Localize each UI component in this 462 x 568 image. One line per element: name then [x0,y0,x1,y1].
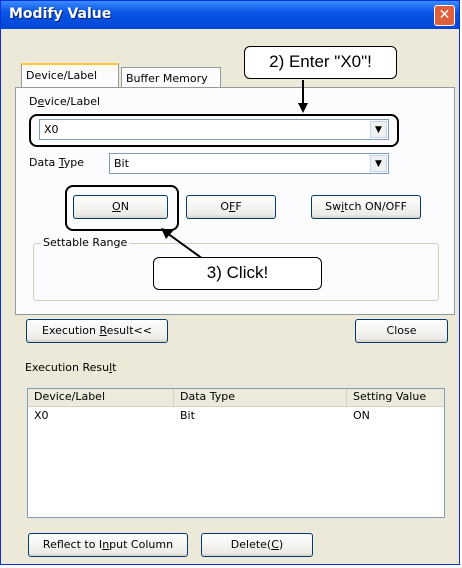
enter-x0-callout: 2) Enter "X0"! [244,46,397,79]
table-header: Device/Label Data Type Setting Value [28,389,444,407]
close-window-button[interactable]: ✕ [434,5,455,26]
off-button[interactable]: OFF [186,195,276,219]
cell-setting-value: ON [353,409,370,422]
column-header-setting-value[interactable]: Setting Value [347,389,446,406]
tab-device-label-text: Device/Label [26,69,98,82]
execution-result-toggle-button[interactable]: Execution Result<< [26,319,168,343]
device-label-caption: Device/Label [29,95,101,108]
tab-buffer-memory-text: Buffer Memory [126,72,208,85]
execution-result-caption: Execution Result [25,361,117,374]
cell-device-label: X0 [34,409,49,422]
chevron-down-icon[interactable]: ▼ [370,155,387,172]
title-bar[interactable]: Modify Value ✕ [1,1,459,29]
cell-data-type: Bit [180,409,195,422]
data-type-combobox[interactable]: Bit ▼ [109,153,389,174]
execution-result-table[interactable]: Device/Label Data Type Setting Value X0 … [27,388,445,518]
modify-value-dialog: Modify Value ✕ Device/Label Buffer Memor… [0,0,460,565]
data-type-value: Bit [114,157,129,170]
delete-button[interactable]: Delete(C) [201,533,313,557]
data-type-caption: Data Type [29,156,85,169]
reflect-to-input-column-button[interactable]: Reflect to Input Column [28,533,188,557]
column-header-device-label[interactable]: Device/Label [28,389,174,406]
tab-device-label[interactable]: Device/Label [21,63,119,88]
device-label-highlight-frame [29,114,399,147]
on-button[interactable]: ON [73,195,168,219]
click-callout: 3) Click! [153,257,322,290]
settable-range-label: Settable Range [41,236,130,249]
close-button[interactable]: Close [355,319,448,343]
tab-buffer-memory[interactable]: Buffer Memory [121,67,221,89]
column-header-data-type[interactable]: Data Type [174,389,347,406]
switch-on-off-button[interactable]: Switch ON/OFF [311,195,421,219]
window-title: Modify Value [9,6,112,22]
close-icon: ✕ [438,7,451,23]
